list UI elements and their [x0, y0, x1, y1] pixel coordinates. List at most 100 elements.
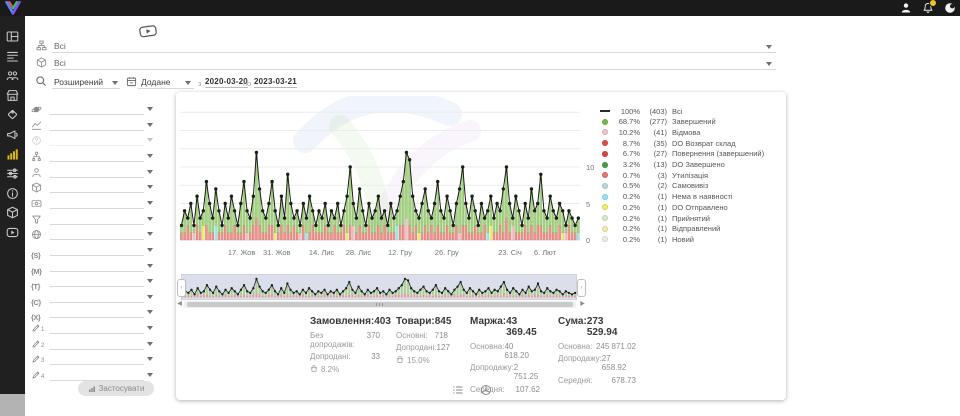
search-mode-caret-icon[interactable]: [112, 81, 118, 85]
filter-row-status-caret-icon[interactable]: [147, 107, 153, 111]
product-filter-value[interactable]: Всі: [54, 58, 66, 68]
date-field-select[interactable]: Додане: [141, 77, 171, 87]
filter-row-custom-2-input[interactable]: [50, 349, 144, 350]
filter-row-structure-caret-icon[interactable]: [147, 154, 153, 158]
filter-row-var-m-input[interactable]: [50, 271, 144, 272]
legend-item-3[interactable]: 8.7%(35)DO Возврат склад: [600, 138, 736, 148]
sidebar-item-video[interactable]: [6, 226, 19, 239]
legend-label: Всі: [672, 107, 682, 116]
apply-button[interactable]: Застосувати: [78, 381, 154, 396]
legend-item-10[interactable]: 0.2%(1)Прийнятий: [600, 213, 710, 223]
filter-row-geo-caret-icon[interactable]: [147, 232, 153, 236]
category-filter-input[interactable]: [52, 52, 776, 53]
legend-item-2[interactable]: 10.2%(41)Відмова: [600, 127, 700, 137]
saved-view-icon[interactable]: [137, 23, 159, 39]
legend-item-6[interactable]: 0.7%(3)Утилізація: [600, 170, 708, 180]
avatar[interactable]: [944, 2, 956, 14]
filter-row-structure-input[interactable]: [50, 161, 144, 162]
sidebar-item-dashboard[interactable]: [6, 30, 19, 43]
filter-row-var-m-caret-icon[interactable]: [147, 264, 153, 268]
legend-item-11[interactable]: 0.2%(1)Відправлений: [600, 224, 720, 234]
filter-row-var-x-input[interactable]: [50, 317, 144, 318]
search-icon[interactable]: [35, 75, 47, 87]
globe-icon: [31, 229, 42, 240]
stat-sub-label: Допродані:: [310, 352, 351, 361]
filter-row-var-t-caret-icon[interactable]: [147, 279, 153, 283]
filter-row-custom-3-caret-icon[interactable]: [147, 357, 153, 361]
sidebar-item-tags[interactable]: [6, 108, 19, 121]
product-filter-input[interactable]: [52, 69, 776, 70]
pencil-icon: 3: [31, 354, 44, 364]
filter-row-custom-2-caret-icon[interactable]: [147, 342, 153, 346]
filter-row-payment-input[interactable]: [50, 208, 144, 209]
filter-row-custom-4-caret-icon[interactable]: [147, 373, 153, 377]
date-field-caret-icon[interactable]: [185, 81, 191, 85]
legend-item-12[interactable]: 0.2%(1)Новий: [600, 234, 694, 244]
filter-row-var-s-input[interactable]: [50, 255, 144, 256]
filter-row-payment-caret-icon[interactable]: [147, 201, 153, 205]
sidebar-item-shop[interactable]: [6, 89, 19, 102]
pie-chart-toggle-icon[interactable]: [480, 384, 492, 396]
filter-row-funnel-caret-icon[interactable]: [147, 217, 153, 221]
notifications-bell-icon[interactable]: [922, 2, 934, 14]
filter-row-custom-3-input[interactable]: [50, 364, 144, 365]
filter-row-package-input[interactable]: [50, 192, 144, 193]
filter-row-var-s-caret-icon[interactable]: [147, 248, 153, 252]
legend-percent: 68.7%: [613, 117, 640, 126]
sidebar-footer[interactable]: [0, 394, 25, 416]
filter-row-custom-1-caret-icon[interactable]: [147, 326, 153, 330]
filter-row-help-caret-icon[interactable]: [147, 138, 153, 142]
sidebar-item-automation[interactable]: [6, 167, 19, 180]
legend-item-9[interactable]: 0.2%(1)DO Отправлено: [600, 202, 728, 212]
filter-row-manager-input[interactable]: [50, 177, 144, 178]
sidebar-item-info[interactable]: [6, 187, 19, 200]
legend-item-0[interactable]: 100%(403)Всі: [600, 106, 682, 116]
filter-row-var-t-input[interactable]: [50, 286, 144, 287]
brush-chart[interactable]: [181, 274, 577, 300]
brand-logo-icon[interactable]: [4, 1, 22, 15]
brush-handle-right[interactable]: ›: [577, 279, 586, 297]
sidebar-item-broadcast[interactable]: [6, 128, 19, 141]
date-to-input[interactable]: 2023-03-21: [254, 77, 297, 88]
date-from-input[interactable]: 2020-03-20: [205, 77, 248, 88]
sidebar-item-analytics[interactable]: [6, 148, 19, 161]
category-filter-value[interactable]: Всі: [54, 41, 66, 51]
scrollbar-track[interactable]: [184, 301, 576, 308]
filter-row-help-input[interactable]: [50, 145, 144, 146]
filter-row-status-input[interactable]: [50, 114, 144, 115]
product-caret-icon[interactable]: [766, 62, 772, 66]
user-menu-icon[interactable]: [900, 2, 912, 14]
legend-toggle-icon[interactable]: [452, 384, 464, 396]
stat-sub-value: 718: [435, 331, 448, 340]
legend-percent: 0.2%: [613, 235, 640, 244]
brush-handle-left[interactable]: ‹: [177, 279, 186, 297]
scrollbar-thumb[interactable]: [187, 302, 573, 307]
sidebar-item-products[interactable]: [6, 206, 19, 219]
filter-row-var-x-caret-icon[interactable]: [147, 310, 153, 314]
sidebar-item-orders[interactable]: [6, 50, 19, 63]
legend-item-7[interactable]: 0.5%(2)Самовивіз: [600, 181, 708, 191]
category-caret-icon[interactable]: [766, 45, 772, 49]
sidebar-item-customers[interactable]: [6, 69, 19, 82]
legend-item-4[interactable]: 6.7%(27)Повернення (завершений): [600, 149, 764, 159]
filter-row-var-c-caret-icon[interactable]: [147, 295, 153, 299]
search-mode-select[interactable]: Розширений: [54, 77, 103, 87]
legend-item-5[interactable]: 3.2%(13)DO Завершено: [600, 160, 725, 170]
filter-row-source-caret-icon[interactable]: [147, 123, 153, 127]
filter-row-source-input[interactable]: [50, 130, 144, 131]
filter-row-custom-1-input[interactable]: [50, 333, 144, 334]
filter-row-manager-caret-icon[interactable]: [147, 170, 153, 174]
scroll-left-arrow[interactable]: ◀: [176, 301, 183, 308]
filter-row-package-caret-icon[interactable]: [147, 185, 153, 189]
legend-item-1[interactable]: 68.7%(277)Завершений: [600, 117, 716, 127]
legend-item-8[interactable]: 0.2%(1)Нема в наявності: [600, 192, 733, 202]
orders-chart[interactable]: [180, 98, 580, 244]
legend-count: (1): [640, 224, 667, 233]
filter-row-var-c-input[interactable]: [50, 302, 144, 303]
notification-badge: [929, 0, 937, 7]
legend-line-icon: [600, 110, 610, 112]
scroll-right-arrow[interactable]: ▶: [579, 301, 586, 308]
filter-row-funnel-input[interactable]: [50, 224, 144, 225]
filter-row-geo-input[interactable]: [50, 239, 144, 240]
stat-title: Маржа:: [470, 316, 506, 338]
